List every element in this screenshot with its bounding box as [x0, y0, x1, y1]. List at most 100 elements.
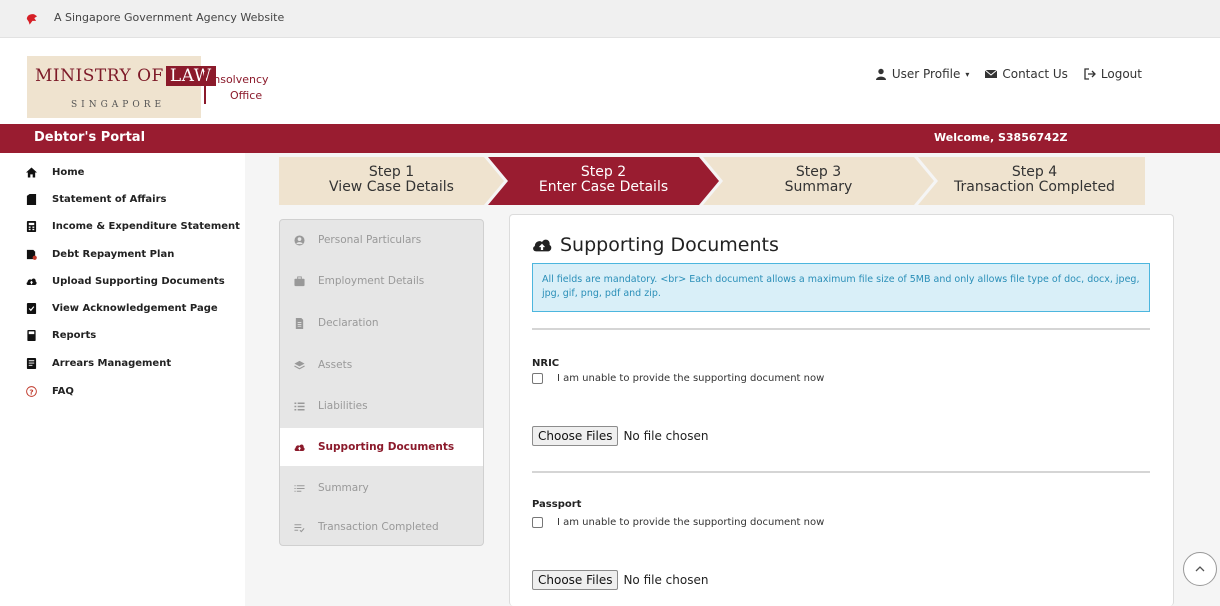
step-subtitle: View Case Details	[329, 179, 454, 195]
nric-file-input[interactable]: Choose Files No file chosen	[532, 426, 708, 446]
lion-head-icon	[26, 14, 38, 25]
chevron-up-icon	[1195, 566, 1205, 572]
step-1[interactable]: Step 1 View Case Details	[279, 157, 504, 205]
sidebar-item-label: Home	[52, 167, 85, 178]
step-subtitle: Summary	[784, 179, 853, 195]
section-label: Declaration	[318, 317, 379, 329]
nric-unable-checkbox-row[interactable]: I am unable to provide the supporting do…	[532, 373, 824, 384]
logo-ministry-text: Ministry of Law	[35, 66, 216, 86]
section-personal-particulars[interactable]: Personal Particulars	[292, 234, 421, 246]
repayment-icon	[26, 249, 37, 260]
nric-choose-files-button[interactable]: Choose Files	[532, 426, 619, 446]
step-title: Step 1	[368, 164, 415, 180]
step-2[interactable]: Step 2 Enter Case Details	[488, 157, 719, 205]
section-declaration[interactable]: Declaration	[292, 317, 379, 329]
contact-us-link[interactable]: Contact Us	[985, 67, 1068, 81]
user-icon	[875, 68, 886, 80]
step-title: Step 3	[795, 164, 842, 180]
sidebar-item-faq[interactable]: ? FAQ	[24, 385, 74, 398]
welcome-message: Welcome, S3856742Z	[934, 131, 1068, 144]
sidebar-item-income-expenditure[interactable]: Income & Expenditure Statement	[24, 220, 240, 233]
user-profile-menu[interactable]: User Profile ▾	[875, 67, 970, 81]
step-subtitle: Enter Case Details	[538, 179, 669, 195]
sidebar-item-label: View Acknowledgement Page	[52, 303, 218, 314]
sidebar-item-label: Arrears Management	[52, 358, 172, 369]
cloud-upload-icon	[294, 444, 305, 451]
home-icon	[25, 167, 37, 178]
supporting-documents-panel: Supporting Documents All fields are mand…	[509, 214, 1174, 606]
sidebar-item-reports[interactable]: Reports	[24, 329, 96, 342]
insolvency-office-line1: Insolvency	[210, 73, 269, 86]
step-subtitle: Transaction Completed	[954, 179, 1115, 195]
section-summary[interactable]: Summary	[292, 482, 369, 494]
section-label: Supporting Documents	[318, 441, 455, 453]
header-navigation: User Profile ▾ Contact Us Logout	[875, 67, 1142, 81]
section-label: Employment Details	[318, 275, 425, 287]
passport-unable-checkbox-row[interactable]: I am unable to provide the supporting do…	[532, 517, 824, 528]
sidebar-item-view-acknowledgement[interactable]: View Acknowledgement Page	[24, 302, 218, 315]
section-label: Assets	[318, 359, 353, 371]
sidebar-item-label: Income & Expenditure Statement	[52, 221, 240, 232]
sidebar-item-home[interactable]: Home	[24, 166, 84, 179]
section-liabilities[interactable]: Liabilities	[292, 400, 368, 412]
insolvency-office-line2: Office	[230, 89, 263, 102]
passport-unable-checkbox-label: I am unable to provide the supporting do…	[557, 517, 825, 528]
cloud-upload-icon	[26, 278, 37, 286]
summary-list-icon	[293, 484, 305, 492]
logout-link[interactable]: Logout	[1084, 67, 1142, 81]
sidebar-item-label: Reports	[52, 330, 97, 341]
svg-text:?: ?	[29, 387, 33, 396]
section-assets[interactable]: Assets	[292, 359, 352, 371]
page-title-text: Supporting Documents	[560, 234, 779, 256]
section-label: Personal Particulars	[318, 234, 422, 246]
document-icon	[26, 194, 36, 205]
section-transaction-completed[interactable]: Transaction Completed	[292, 521, 439, 533]
government-banner-text: A Singapore Government Agency Website	[54, 11, 285, 24]
user-profile-label: User Profile	[891, 67, 961, 81]
section-divider	[532, 328, 1150, 330]
passport-choose-files-button[interactable]: Choose Files	[532, 570, 619, 590]
briefcase-icon	[293, 275, 305, 286]
step-wizard: Step 1 View Case Details Step 2 Enter Ca…	[279, 157, 1145, 205]
sidebar-item-label: Debt Repayment Plan	[52, 249, 175, 260]
passport-file-input[interactable]: Choose Files No file chosen	[532, 570, 708, 590]
section-divider	[532, 471, 1150, 473]
sidebar-item-statement-of-affairs[interactable]: Statement of Affairs	[24, 193, 166, 206]
step-3[interactable]: Step 3 Summary	[703, 157, 934, 205]
contact-us-label: Contact Us	[1002, 67, 1068, 81]
step-4[interactable]: Step 4 Transaction Completed	[924, 157, 1145, 205]
layers-icon	[293, 360, 305, 369]
caret-down-icon: ▾	[965, 69, 970, 79]
envelope-icon	[985, 69, 998, 78]
sidebar-item-debt-repayment-plan[interactable]: Debt Repayment Plan	[24, 248, 174, 261]
scroll-to-top-button[interactable]	[1183, 552, 1217, 586]
nric-unable-checkbox[interactable]	[532, 373, 543, 384]
portal-title: Debtor's Portal	[34, 130, 146, 145]
logo-ministry-part1: Ministry of	[35, 66, 164, 86]
page-title: Supporting Documents	[532, 234, 779, 256]
cloud-upload-icon	[533, 239, 552, 252]
info-alert: All fields are mandatory. <br> Each docu…	[532, 263, 1150, 312]
section-supporting-documents[interactable]: Supporting Documents	[292, 441, 454, 453]
book-icon	[26, 330, 36, 341]
section-menu: Personal Particulars Employment Details …	[279, 219, 484, 546]
nric-file-status: No file chosen	[623, 429, 709, 443]
sidebar-item-label: FAQ	[52, 386, 74, 397]
sidebar-item-upload-supporting-documents[interactable]: Upload Supporting Documents	[24, 275, 225, 288]
question-icon: ?	[25, 386, 37, 397]
passport-label: Passport	[532, 499, 582, 510]
nric-unable-checkbox-label: I am unable to provide the supporting do…	[557, 373, 825, 384]
section-label: Transaction Completed	[318, 521, 439, 533]
logout-label: Logout	[1100, 67, 1142, 81]
step-title: Step 4	[1011, 164, 1058, 180]
file-text-icon	[295, 317, 303, 329]
calculator-icon	[26, 221, 36, 232]
list-icon	[293, 402, 305, 410]
section-employment-details[interactable]: Employment Details	[292, 275, 424, 287]
section-label: Summary	[318, 482, 369, 494]
passport-unable-checkbox[interactable]	[532, 517, 543, 528]
sidebar-item-arrears-management[interactable]: Arrears Management	[24, 357, 171, 370]
ministry-of-law-logo[interactable]: Ministry of Law SINGAPORE Insolvency Offi…	[27, 56, 273, 118]
portal-bar: Debtor's Portal Welcome, S3856742Z	[0, 124, 1220, 153]
sign-out-icon	[1084, 68, 1096, 80]
